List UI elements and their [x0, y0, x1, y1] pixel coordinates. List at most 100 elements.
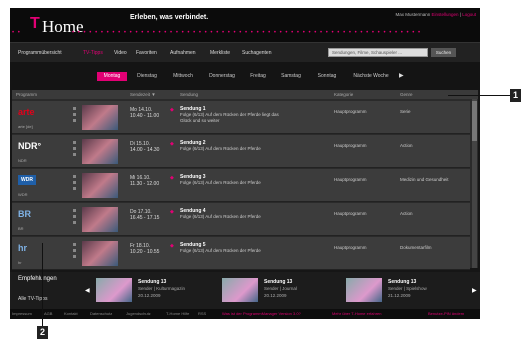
col-time[interactable]: Sendezeit ▼ [130, 92, 156, 97]
search-input[interactable]: Sendungen, Filme, Schauspieler ... [328, 48, 428, 57]
user-name: Max Mustermann [395, 12, 431, 17]
show-time: 10.20 - 10.55 [130, 249, 160, 255]
tab-sunday[interactable]: Sonntag [311, 72, 343, 81]
footer-more-t-home[interactable]: Mehr über T-Home erfahren [332, 311, 382, 316]
brand-dots: • • [12, 30, 21, 36]
footer-contact[interactable]: Kontakt [64, 311, 78, 316]
col-show[interactable]: Sendung [180, 92, 198, 97]
search-button[interactable]: Suchen [431, 48, 456, 57]
channel-name: WDR [18, 192, 28, 197]
tab-monday[interactable]: Montag [97, 72, 127, 81]
recommendation-title[interactable]: Sendung 13 [138, 279, 166, 285]
program-list: arte arte [de] Mo 14.10. 10.40 - 11.00 ◆… [12, 99, 478, 270]
table-row[interactable]: BR BR Do 17.10. 16.45 - 17.15 ◆ Sendung … [12, 203, 470, 236]
next-arrow-icon[interactable]: ▶ [472, 287, 477, 294]
show-description: Folge (6/13) Auf dem Rücken der Pferde [180, 146, 261, 151]
record-icon[interactable]: ◆ [170, 141, 174, 147]
row-action-icons[interactable] [73, 175, 76, 195]
prev-arrow-icon[interactable]: ◀ [85, 287, 90, 294]
logout-link[interactable]: Logout [462, 12, 476, 17]
footer-program-manager-info[interactable]: Was ist der ProgrammManager Version 3.0? [222, 311, 301, 316]
main-nav: Programmübersicht TV-Tipps Video Favorit… [10, 42, 480, 62]
nav-favorites[interactable]: Favoriten [136, 50, 157, 56]
footer-rss[interactable]: RSS [198, 311, 206, 316]
callout-1-line [448, 95, 510, 96]
tab-friday[interactable]: Freitag [245, 72, 271, 81]
callout-2-line [42, 243, 43, 327]
nav-program-overview[interactable]: Programmübersicht [18, 50, 62, 56]
recommendation-date: 20.12.2009 [138, 293, 161, 298]
footer-help[interactable]: T-Home Hilfe [166, 311, 189, 316]
table-row[interactable]: NDR° NDR Di 15.10. 14.00 - 14.30 ◆ Sendu… [12, 135, 470, 168]
recommendation-card[interactable]: Sendung 13 Sender | Journal 20.12.2009 [222, 278, 342, 304]
show-thumbnail[interactable] [82, 105, 118, 130]
nav-watchlist[interactable]: Merkliste [210, 50, 230, 56]
channel-logo: BR [18, 209, 31, 219]
table-row[interactable]: WDR WDR Mi 16.10. 11.30 - 12.00 ◆ Sendun… [12, 169, 470, 202]
show-description: Folge (6/13) Auf dem Rücken der Pferde l… [180, 112, 279, 123]
tab-next-week[interactable]: Nächste Woche [346, 72, 396, 81]
show-thumbnail[interactable] [82, 241, 118, 266]
show-category: Hauptprogramm [334, 109, 367, 114]
row-action-icons[interactable] [73, 243, 76, 263]
col-category[interactable]: Kategorie [334, 92, 353, 97]
nav-video[interactable]: Video [114, 50, 127, 56]
nav-tv-tipps[interactable]: TV-Tipps [83, 50, 103, 56]
t-logo[interactable]: T [30, 15, 40, 33]
show-thumbnail[interactable] [82, 207, 118, 232]
show-thumbnail[interactable] [82, 139, 118, 164]
user-bar: Max Mustermann Einstellungen | Logout [395, 12, 476, 17]
next-arrow-icon[interactable]: ▶ [399, 72, 404, 79]
show-time: 14.00 - 14.30 [130, 147, 160, 153]
header: • • T Home • • • • • • • • • • • • • • •… [10, 8, 480, 42]
nav-recordings[interactable]: Aufnahmen [170, 50, 196, 56]
recommendation-card[interactable]: Sendung 13 Sender | Kulturmagazin 20.12.… [96, 278, 216, 304]
channel-logo: hr [18, 243, 27, 253]
footer-privacy[interactable]: Datenschutz [90, 311, 112, 316]
footer-imprint[interactable]: Impressum [12, 311, 32, 316]
table-row[interactable]: arte arte [de] Mo 14.10. 10.40 - 11.00 ◆… [12, 101, 470, 134]
col-genre[interactable]: Genre [400, 92, 413, 97]
scrollbar-thumb[interactable] [472, 101, 477, 141]
show-time: 11.30 - 12.00 [130, 181, 160, 187]
settings-link[interactable]: Einstellungen [432, 12, 459, 17]
show-category: Hauptprogramm [334, 143, 367, 148]
show-description: Folge (6/13) Auf dem Rücken der Pferde [180, 180, 261, 185]
show-time: 16.45 - 17.15 [130, 215, 160, 221]
recommendations-title: Empfehlungen [18, 276, 57, 282]
footer-agb[interactable]: AGB [44, 311, 52, 316]
show-genre: Medizin und Gesundheit [400, 177, 449, 182]
row-action-icons[interactable] [73, 209, 76, 229]
channel-name: arte [de] [18, 124, 33, 129]
recommendation-card[interactable]: Sendung 13 Sender | Spielshow 21.12.2009 [346, 278, 466, 304]
recommendation-title[interactable]: Sendung 13 [264, 279, 292, 285]
recommendation-title[interactable]: Sendung 13 [388, 279, 416, 285]
tab-wednesday[interactable]: Mittwoch [167, 72, 199, 81]
list-scrollbar[interactable] [472, 99, 477, 268]
channel-logo: arte [18, 107, 35, 117]
show-genre: Serie [400, 109, 411, 114]
record-icon[interactable]: ◆ [170, 209, 174, 215]
footer-change-pin[interactable]: Benutze-PIN ändern [428, 311, 464, 316]
row-action-icons[interactable] [73, 141, 76, 161]
nav-search-agents[interactable]: Suchagenten [242, 50, 271, 56]
show-genre: Action [400, 143, 413, 148]
show-thumbnail[interactable] [82, 173, 118, 198]
all-tv-tipps-link[interactable]: Alle TV-Tipps [18, 296, 47, 302]
show-category: Hauptprogramm [334, 177, 367, 182]
callout-2: 2 [37, 326, 48, 339]
record-icon[interactable]: ◆ [170, 243, 174, 249]
recommendation-thumbnail[interactable] [96, 278, 132, 302]
tab-tuesday[interactable]: Dienstag [130, 72, 164, 81]
tab-thursday[interactable]: Donnerstag [202, 72, 242, 81]
record-icon[interactable]: ◆ [170, 107, 174, 113]
tab-saturday[interactable]: Samstag [274, 72, 308, 81]
record-icon[interactable]: ◆ [170, 175, 174, 181]
recommendation-thumbnail[interactable] [346, 278, 382, 302]
footer: Impressum AGB Kontakt Datenschutz Jugend… [10, 309, 480, 319]
recommendation-thumbnail[interactable] [222, 278, 258, 302]
footer-youth-protection[interactable]: Jugendschutz [126, 311, 151, 316]
table-row[interactable]: hr hr Fr 18.10. 10.20 - 10.55 ◆ Sendung … [12, 237, 470, 270]
row-action-icons[interactable] [73, 107, 76, 127]
col-program[interactable]: Programm [16, 92, 37, 97]
